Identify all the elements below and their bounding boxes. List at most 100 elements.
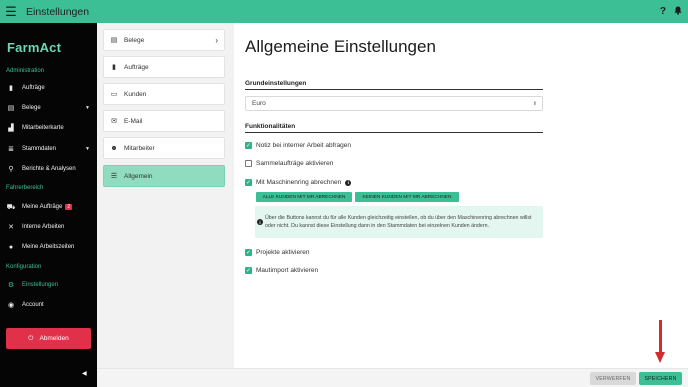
tools-icon: ✕ [8,224,14,231]
sidebar-item-label: Interne Arbeiten [22,224,65,230]
checkbox-checked-icon[interactable]: ✓ [245,267,252,274]
checkbox-label: Notiz bei interner Arbeit abfragen [256,142,352,149]
save-button[interactable]: SPEICHERN [639,372,682,385]
funktionalitaeten-heading: Funktionalitäten [245,123,296,130]
checkbox-checked-icon[interactable]: ✓ [245,142,252,149]
sidebar-item-arbeitszeiten[interactable]: ● Meine Arbeitszeiten [0,239,97,255]
annotation-arrow-head [655,352,665,363]
help-icon[interactable]: ? [660,6,666,17]
gear-icon: ⚙ [7,282,15,289]
checkbox-checked-icon[interactable]: ✓ [245,179,252,186]
settings-nav-label: Kunden [124,90,147,98]
search-icon: ⚲ [8,166,14,173]
section-fahrerbereich: Fahrerbereich [6,185,44,191]
section-administration: Administration [6,68,45,74]
account-icon: ◉ [7,302,15,309]
divider [245,89,543,90]
clipboard-icon: ▮ [9,85,13,92]
checkbox-label: Mautimport aktivieren [256,267,319,274]
sidebar-item-belege[interactable]: ▤ Belege ▼ [0,100,97,116]
info-icon[interactable]: i [345,179,352,186]
settings-nav-label: Aufträge [124,63,149,71]
sidebar-item-label: Meine Arbeitszeiten [22,244,75,250]
sidebar-item-berichte[interactable]: ⚲ Berichte & Analysen [0,161,97,177]
count-badge: 2 [65,204,73,210]
action-footer: VERWERFEN SPEICHERN [97,368,688,387]
sidebar-item-interne-arbeiten[interactable]: ✕ Interne Arbeiten [0,219,97,235]
settings-nav: ▤ Belege › ▮ Aufträge ▭ Kunden ✉ E-Mail … [97,23,234,368]
checkbox-label: Projekte aktivieren [256,249,310,256]
document-icon: ▤ [110,37,118,44]
page-title: Einstellungen [26,5,90,18]
sidebar-item-label: Account [22,302,44,308]
users-icon: ☻ [110,144,118,152]
settings-nav-auftraege[interactable]: ▮ Aufträge [103,56,225,78]
grundeinstellungen-heading: Grundeinstellungen [245,80,307,87]
divider [245,132,543,133]
sidebar-item-label: Belege [22,105,41,111]
sidebar-item-label: Einstellungen [22,282,59,288]
info-icon: i [255,219,265,225]
collapse-sidebar-icon[interactable]: ◀ [82,370,87,377]
map-icon: ▟ [8,125,14,132]
logout-label: Abmelden [39,335,69,342]
checkbox-checked-icon[interactable]: ✓ [245,249,252,256]
sidebar-item-label: Mitarbeiterkarte [22,125,64,131]
document-icon: ▤ [7,105,15,112]
settings-nav-email[interactable]: ✉ E-Mail [103,110,225,132]
sidebar-item-account[interactable]: ◉ Account [0,297,97,313]
chevron-down-icon: ▼ [85,146,90,152]
top-app-bar: ☰ Einstellungen ? [0,0,688,23]
settings-nav-label: Allgemein [124,172,153,180]
settings-nav-label: Belege [124,36,145,44]
sidebar-item-label: Berichte & Analysen [22,166,76,172]
settings-nav-allgemein[interactable]: ☰ Allgemein [103,165,225,187]
list-icon: ≣ [8,146,14,153]
settings-nav-mitarbeiter[interactable]: ☻ Mitarbeiter [103,137,225,159]
logout-button[interactable]: ⏻ Abmelden [6,328,91,349]
checkbox-unchecked-icon[interactable] [245,160,252,167]
info-box: i Über die Buttons kannst du für alle Ku… [255,206,543,238]
checkbox-maschinenring[interactable]: ✓ Mit Maschinenring abrechnen i [245,179,352,186]
farmact-logo: FarmAct [7,40,62,55]
checkbox-label: Mit Maschinenring abrechnen [256,179,342,186]
sidebar-item-einstellungen[interactable]: ⚙ Einstellungen [0,277,97,293]
main-content: Allgemeine Einstellungen Grundeinstellun… [234,23,688,368]
discard-button[interactable]: VERWERFEN [590,372,636,385]
section-konfiguration: Konfiguration [6,264,42,270]
checkbox-notiz[interactable]: ✓ Notiz bei interner Arbeit abfragen [245,142,351,149]
sliders-icon: ☰ [110,173,118,180]
sidebar-item-label: Stammdaten [22,146,57,152]
checkbox-mautimport[interactable]: ✓ Mautimport aktivieren [245,267,318,274]
tractor-icon: ⛟ [6,203,16,211]
settings-nav-belege[interactable]: ▤ Belege › [103,29,225,51]
sidebar-item-mitarbeiterkarte[interactable]: ▟ Mitarbeiterkarte [0,120,97,136]
sidebar-item-label: Aufträge [22,85,45,91]
sidebar-item-stammdaten[interactable]: ≣ Stammdaten ▼ [0,141,97,157]
all-customers-mr-button[interactable]: ALLE KUNDEN MIT MR ABRECHNEN [256,192,352,202]
checkbox-projekte[interactable]: ✓ Projekte aktivieren [245,249,309,256]
checkbox-sammelauftraege[interactable]: Sammelaufträge aktivieren [245,160,333,167]
settings-nav-label: Mitarbeiter [124,144,155,152]
sidebar: FarmAct Administration ▮ Aufträge ▤ Bele… [0,23,97,387]
id-card-icon: ▭ [110,91,118,98]
chevron-down-icon: ▼ [85,105,90,111]
sidebar-item-label: Meine Aufträge [22,204,63,210]
info-text: Über die Buttons kannst du für alle Kund… [264,214,532,229]
no-customers-mr-button[interactable]: KEINEN KUNDEN MIT MR ABRECHNEN [355,192,459,202]
user-clock-icon: ● [8,243,14,251]
settings-nav-kunden[interactable]: ▭ Kunden [103,83,225,105]
annotation-arrow [659,320,662,353]
clipboard-icon: ▮ [112,64,116,71]
bell-icon[interactable] [674,6,682,18]
chevron-right-icon: › [215,35,218,45]
mail-icon: ✉ [111,118,117,125]
sidebar-item-meine-auftraege[interactable]: ⛟ Meine Aufträge 2 [0,199,97,215]
power-icon: ⏻ [28,334,34,342]
currency-select[interactable]: Euro ⬍ [245,96,543,111]
sidebar-item-auftraege[interactable]: ▮ Aufträge [0,80,97,96]
page-heading: Allgemeine Einstellungen [245,37,436,56]
select-arrows-icon: ⬍ [532,100,537,107]
currency-value: Euro [252,100,266,107]
hamburger-menu-icon[interactable]: ☰ [0,0,22,23]
